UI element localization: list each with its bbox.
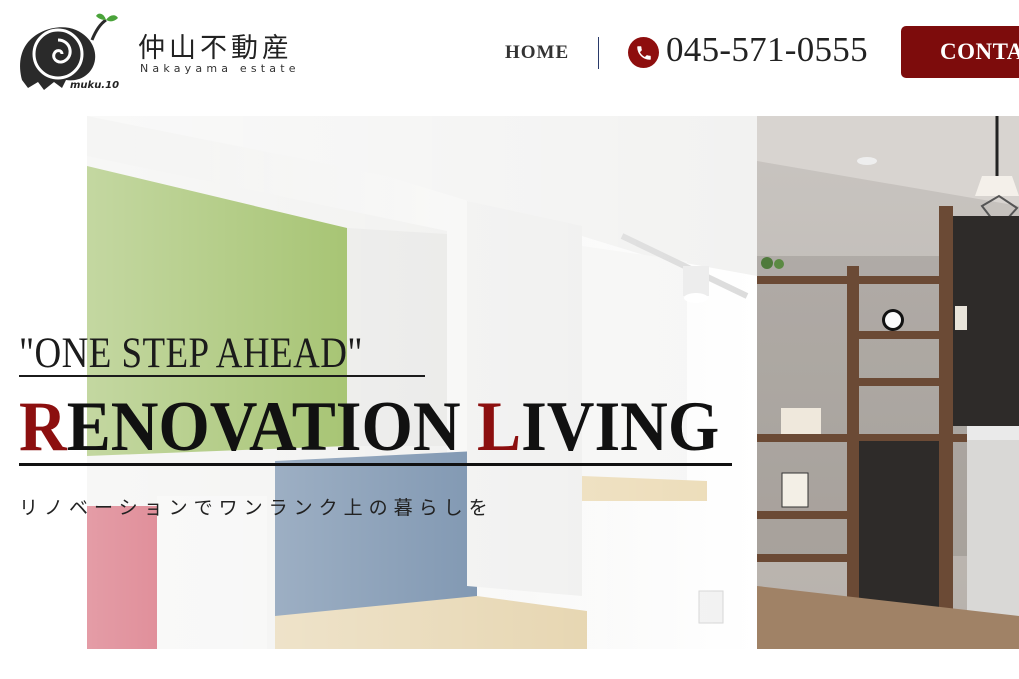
hero-title-initial-r: R [19,388,67,466]
hero-title: RENOVATION LIVING [19,392,719,463]
nav-divider [598,37,599,69]
hero-title-word-1: ENOVATION [66,388,478,466]
page-bottom-strip [0,649,1019,679]
phone-number-link[interactable]: 045-571-0555 [666,30,868,70]
phone-icon [628,37,659,68]
contact-label: CONTACT [940,39,1019,64]
logo-link[interactable]: muku.10 仲山不動産 Nakayama estate [0,0,330,100]
tagline-underline [19,375,425,377]
hero-subtitle: リノベーションでワンランク上の暮らしを [19,497,494,519]
site-header: muku.10 仲山不動産 Nakayama estate HOME 045-5… [0,0,1019,116]
logo-caption: muku.10 [70,80,120,91]
hero-section: "ONE STEP AHEAD" RENOVATION LIVING リノベーシ… [0,116,1019,649]
brand-name-jp: 仲山不動産 [138,33,293,64]
hero-interior-photo [87,116,1019,649]
nav-home-link[interactable]: HOME [505,42,569,64]
hero-left-margin [0,116,87,649]
contact-button[interactable]: CONTACT [901,26,1019,78]
brand-name-en: Nakayama estate [140,62,300,75]
title-underline [19,463,732,466]
hero-title-initial-l: L [477,388,522,466]
hero-tagline: "ONE STEP AHEAD" [19,330,363,377]
hero-title-word-2: IVING [521,388,720,466]
